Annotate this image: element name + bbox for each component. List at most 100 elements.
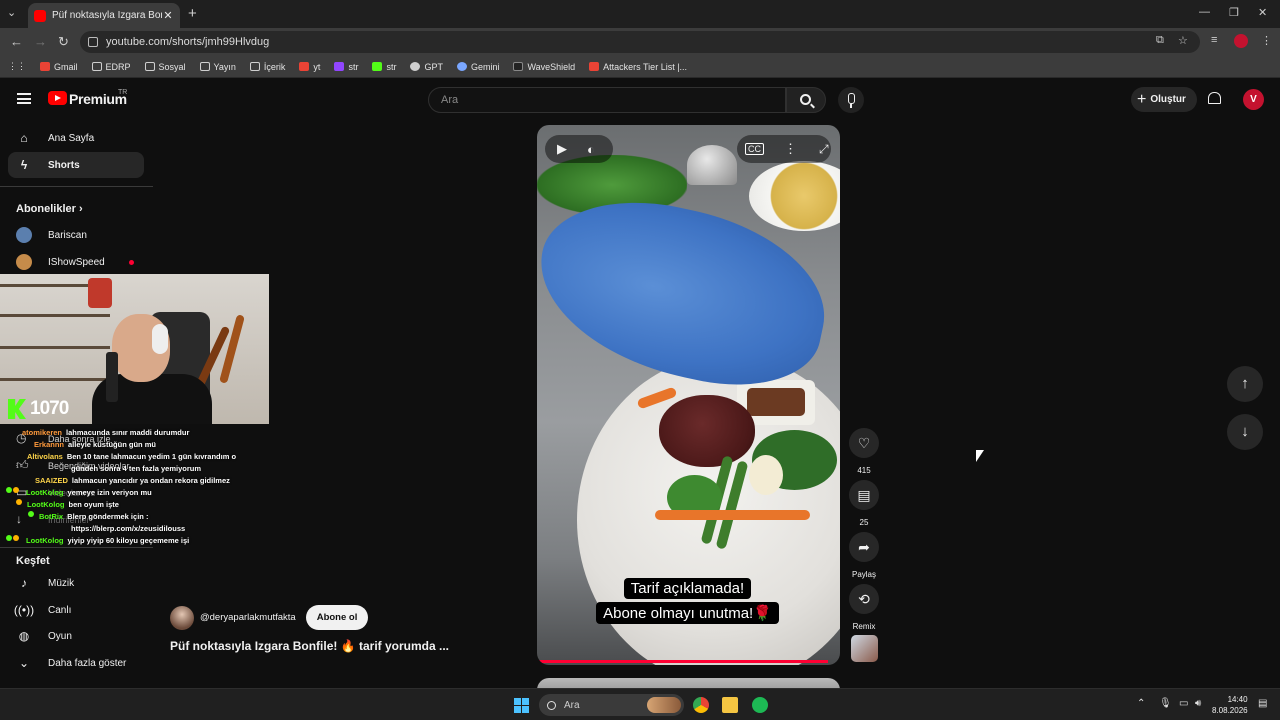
install-app-icon[interactable]: ⧉: [1156, 34, 1164, 47]
short-title[interactable]: Püf noktasıyla Izgara Bonfile! 🔥 tarif y…: [170, 639, 449, 653]
sidebar-item-music[interactable]: ♪ Müzik: [8, 570, 144, 596]
sidebar-subscription-bariscan[interactable]: Bariscan: [8, 222, 144, 248]
bookmark-str-twitch[interactable]: str: [334, 62, 358, 72]
sidebar-divider: [0, 186, 153, 187]
player-options: CC ⋮ ⤢: [737, 135, 831, 163]
account-avatar[interactable]: V: [1243, 89, 1264, 110]
notification-center-icon[interactable]: ▤: [1258, 698, 1267, 709]
chat-message: https://blerp.com/x/zeusidilouss: [71, 524, 186, 533]
bookmark-waveshield[interactable]: WaveShield: [513, 62, 575, 72]
comments-button[interactable]: ▤ 25: [849, 480, 879, 527]
tab-search-icon[interactable]: ⌄: [7, 6, 16, 19]
chat-message: SAAIZED lahmacun yancıdır ya ondan rekora…: [35, 476, 230, 485]
chat-message: atomikeren lahmacunda sınır maddi durumdu…: [22, 428, 190, 437]
chat-message: Erkannn alleyle küstüğün gün mü: [34, 440, 156, 449]
more-options-icon[interactable]: ⋮: [784, 141, 797, 157]
site-info-icon[interactable]: [88, 37, 98, 47]
forward-icon[interactable]: →: [34, 34, 47, 49]
chevron-right-icon: ›: [78, 203, 83, 215]
create-button[interactable]: + Oluştur: [1131, 87, 1197, 112]
sidebar-subscription-ishowspeed[interactable]: IShowSpeed: [8, 249, 144, 275]
sidebar-item-shorts[interactable]: ϟ Shorts: [8, 152, 144, 178]
start-menu-icon[interactable]: [514, 698, 529, 713]
back-icon[interactable]: ←: [10, 34, 23, 49]
volume-icon[interactable]: ◐: [587, 142, 595, 157]
file-explorer-icon[interactable]: [722, 697, 738, 713]
close-tab-icon[interactable]: ✕: [162, 9, 174, 22]
playback-progress-bar[interactable]: [537, 660, 828, 663]
arrow-up-icon: ↑: [1241, 375, 1249, 392]
minimize-icon[interactable]: —: [1199, 6, 1210, 18]
taskbar-search-input[interactable]: Ara: [539, 694, 684, 716]
share-icon: ➦: [849, 532, 879, 562]
fullscreen-icon[interactable]: ⤢: [819, 142, 829, 157]
spotify-icon[interactable]: [752, 697, 768, 713]
next-short-button[interactable]: ↓: [1227, 414, 1263, 450]
folder-icon: [249, 62, 260, 71]
shorts-icon: ϟ: [20, 158, 28, 172]
bookmark-yayin[interactable]: Yayın: [199, 62, 236, 72]
subscribe-button[interactable]: Abone ol: [305, 605, 369, 630]
voice-search-icon[interactable]: [838, 87, 864, 113]
kick-viewer-counter: 1070: [8, 398, 69, 420]
apps-icon[interactable]: ⋮⋮: [8, 61, 26, 72]
profile-icon[interactable]: [1234, 34, 1248, 48]
play-icon[interactable]: ▶: [557, 141, 567, 157]
bookmark-icerik[interactable]: İçerik: [249, 62, 285, 72]
comment-icon: ▤: [849, 480, 879, 510]
bookmark-str-kick[interactable]: str: [372, 62, 396, 72]
remix-button[interactable]: ⟲ Remix: [849, 584, 879, 631]
new-tab-icon[interactable]: +: [188, 5, 197, 22]
microphone-icon[interactable]: 🎙︎: [1159, 698, 1172, 709]
chat-message: BotRix Blerp göndermek için :: [6, 511, 266, 523]
channel-name[interactable]: @deryaparlakmutfakta: [200, 612, 296, 623]
chrome-icon[interactable]: [693, 697, 709, 713]
address-bar[interactable]: youtube.com/shorts/jmh99Hlvdug: [80, 31, 1200, 53]
sidebar-item-show-more[interactable]: ⌄ Daha fazla göster: [8, 650, 144, 676]
search-input[interactable]: Ara: [428, 87, 786, 113]
bookmark-sosyal[interactable]: Sosyal: [144, 62, 186, 72]
video-frame-carrot: [655, 510, 810, 520]
caption-line: Tarif açıklamada!: [595, 578, 780, 599]
previous-short-button[interactable]: ↑: [1227, 366, 1263, 402]
restore-icon[interactable]: ❐: [1229, 6, 1239, 19]
subscriptions-heading[interactable]: Abonelikler ›: [16, 203, 83, 215]
close-window-icon[interactable]: ✕: [1258, 6, 1267, 19]
bookmark-gemini[interactable]: Gemini: [456, 62, 499, 72]
captions-icon[interactable]: CC: [745, 143, 764, 155]
youtube-logo-icon[interactable]: [48, 91, 67, 105]
bookmark-gmail[interactable]: Gmail: [40, 62, 78, 72]
bookmark-yt[interactable]: yt: [299, 62, 320, 72]
youtube-favicon-icon: [34, 9, 46, 22]
menu-icon[interactable]: [17, 93, 31, 104]
search-button[interactable]: [786, 87, 826, 113]
tab-title: Püf noktasıyla Izgara Bonfile! 🔥: [52, 10, 162, 21]
browser-menu-icon[interactable]: ⋮: [1261, 34, 1272, 47]
sidebar-divider: [0, 547, 153, 548]
sidebar-item-live[interactable]: ((•)) Canlı: [8, 597, 144, 623]
browser-tab-active[interactable]: Püf noktasıyla Izgara Bonfile! 🔥 ✕: [28, 3, 180, 28]
caption-line: Abone olmayı unutma!🌹: [595, 602, 780, 624]
reload-icon[interactable]: ↻: [58, 34, 69, 50]
bookmark-star-icon[interactable]: ☆: [1178, 34, 1188, 47]
search-icon: [547, 700, 556, 710]
sidebar-item-gaming[interactable]: ◍ Oyun: [8, 623, 144, 649]
shorts-video-player[interactable]: ▶ ◐ CC ⋮ ⤢ Tarif açıklamada! Abone olmay…: [537, 125, 840, 665]
live-indicator-icon: [128, 259, 134, 265]
system-clock[interactable]: 14:40 8.08.2026: [1212, 694, 1248, 716]
live-icon: ((•)): [13, 603, 35, 617]
network-icon[interactable]: ▭: [1179, 698, 1188, 709]
sidebar-item-home[interactable]: ⌂ Ana Sayfa: [8, 125, 144, 151]
santa-figure: [88, 278, 112, 308]
bookmark-attackers-tier-list[interactable]: Attackers Tier List |...: [589, 62, 687, 72]
notifications-icon[interactable]: [1208, 92, 1221, 104]
channel-avatar[interactable]: [170, 605, 194, 630]
bookmark-gpt[interactable]: GPT: [410, 62, 443, 72]
tray-overflow-icon[interactable]: ⌃: [1137, 698, 1145, 709]
share-button[interactable]: ➦ Paylaş: [849, 532, 879, 579]
like-button[interactable]: ♡ 415: [849, 428, 879, 475]
bookmark-edrp[interactable]: EDRP: [91, 62, 131, 72]
speaker-icon[interactable]: 🔊︎: [1195, 698, 1201, 709]
sound-thumbnail[interactable]: [851, 635, 878, 662]
media-control-icon[interactable]: ≡: [1211, 34, 1217, 46]
